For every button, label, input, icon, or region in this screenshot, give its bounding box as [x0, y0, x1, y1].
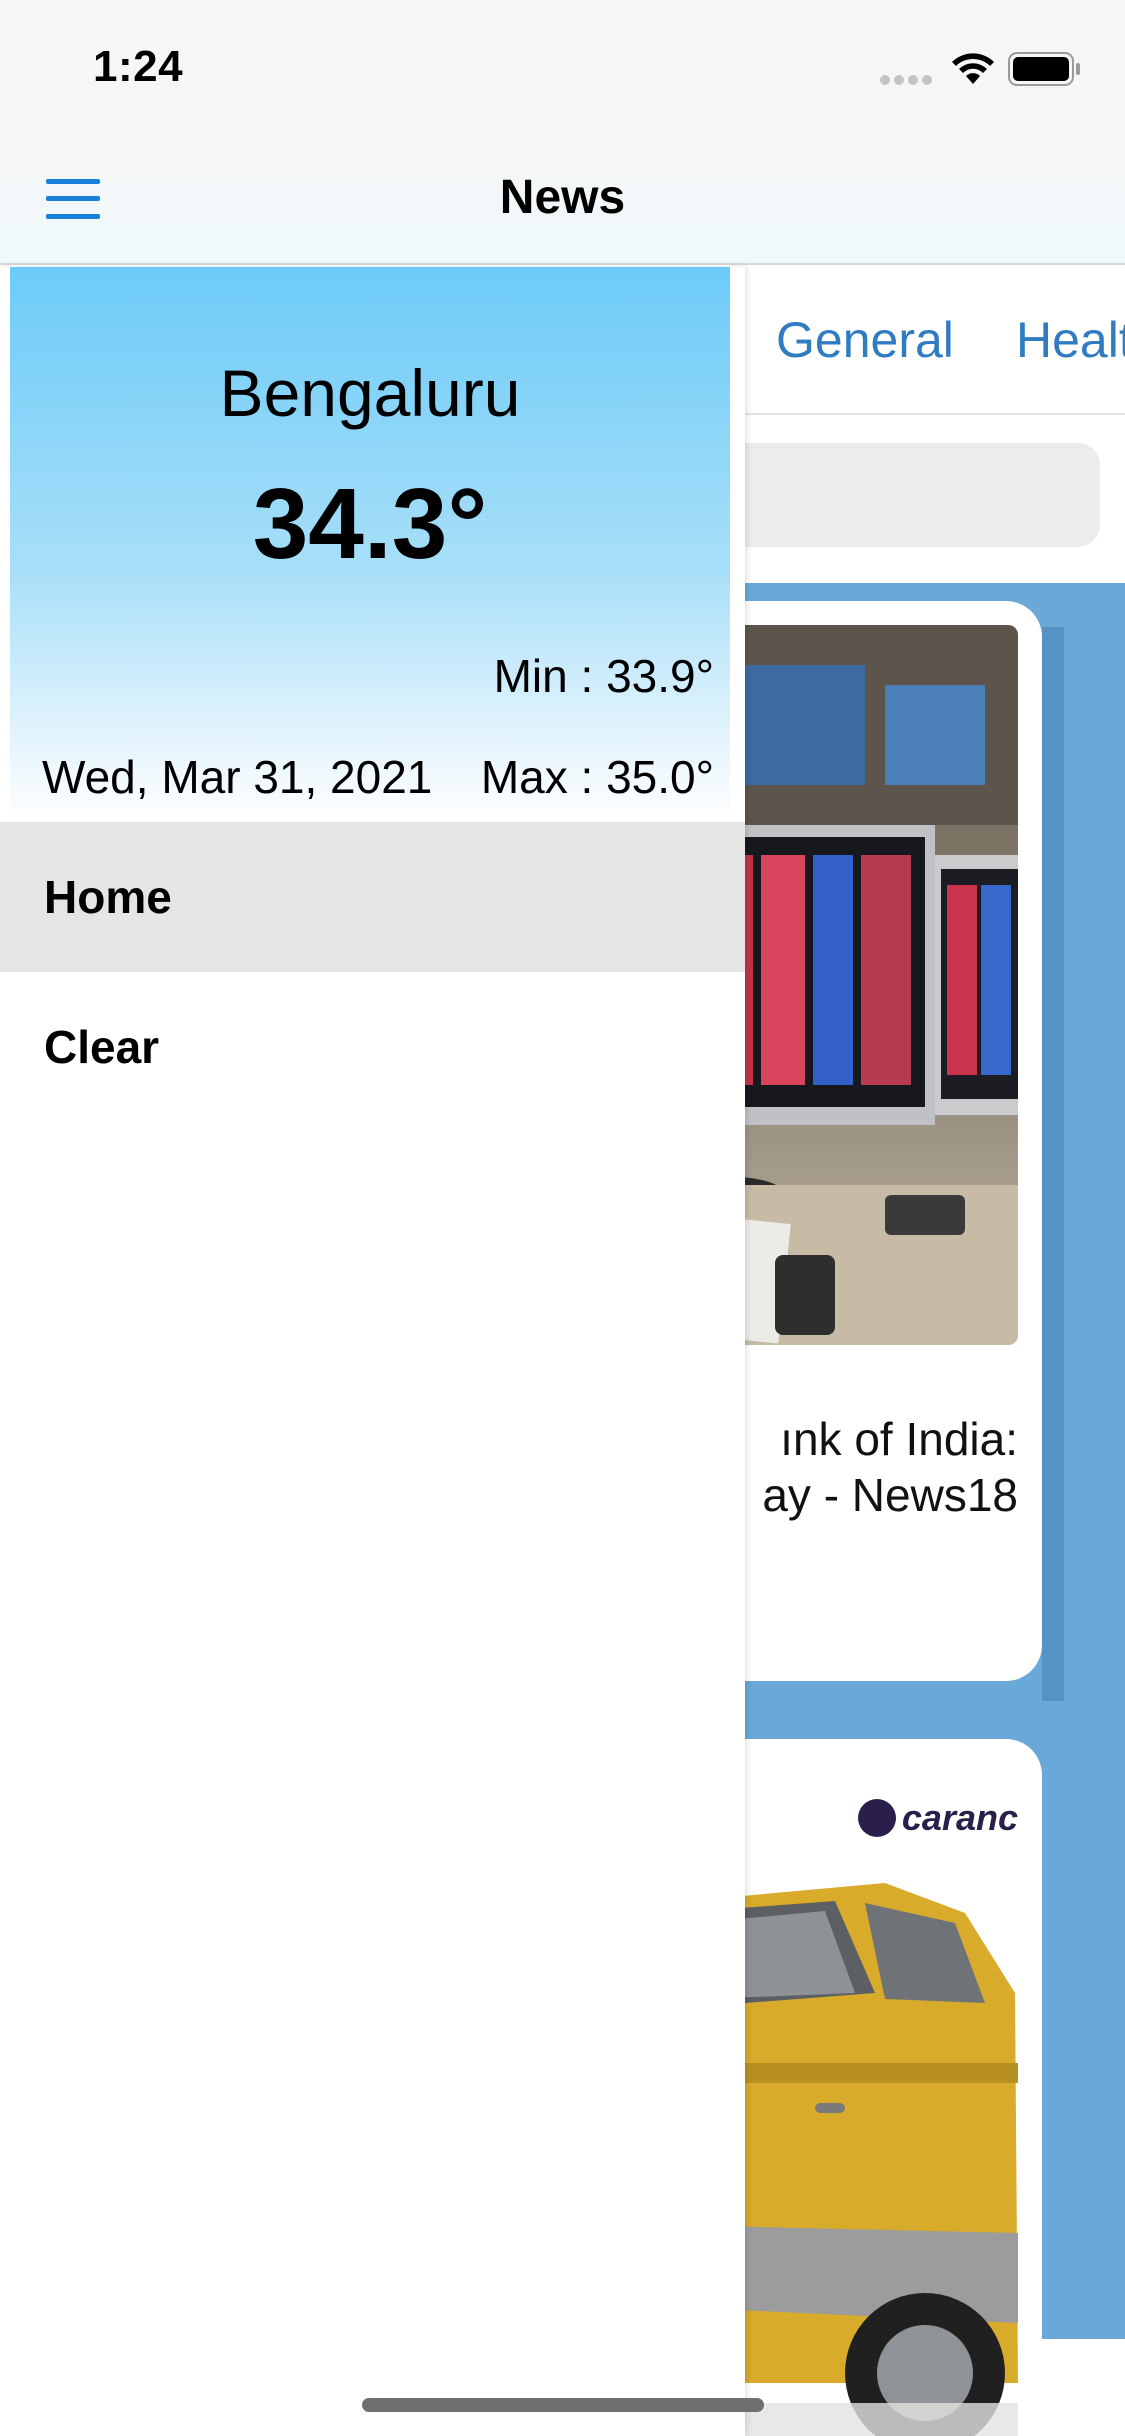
status-time: 1:24 [93, 42, 184, 91]
drawer-item-home[interactable]: Home [0, 822, 745, 972]
battery-icon [1008, 52, 1080, 86]
drawer-item-clear[interactable]: Clear [0, 972, 745, 1122]
page-title: News [499, 171, 626, 224]
weather-min-temperature: Min : 33.9° [493, 650, 714, 702]
wifi-icon [952, 53, 994, 84]
card-shadow [1042, 627, 1064, 1701]
weather-temperature: 34.3° [252, 468, 488, 580]
weather-widget: Bengaluru 34.3° Min : 33.9° Wed, Mar 31,… [10, 267, 730, 820]
status-bar: 1:24 [0, 0, 1125, 132]
weather-date: Wed, Mar 31, 2021 [42, 751, 433, 803]
navigation-bar: News [0, 132, 1125, 265]
brand-logo: caranc [857, 1793, 1018, 1843]
signal-dots-icon [880, 72, 936, 85]
weather-city: Bengaluru [219, 356, 521, 430]
drawer-item-label: Clear [44, 1021, 160, 1073]
tab-general[interactable]: General [776, 311, 954, 369]
home-indicator [362, 2398, 764, 2412]
side-drawer: Bengaluru 34.3° Min : 33.9° Wed, Mar 31,… [0, 267, 745, 2436]
drawer-item-label: Home [44, 871, 172, 923]
weather-max-temperature: Max : 35.0° [480, 751, 714, 803]
tab-health[interactable]: Healt [1016, 311, 1125, 369]
